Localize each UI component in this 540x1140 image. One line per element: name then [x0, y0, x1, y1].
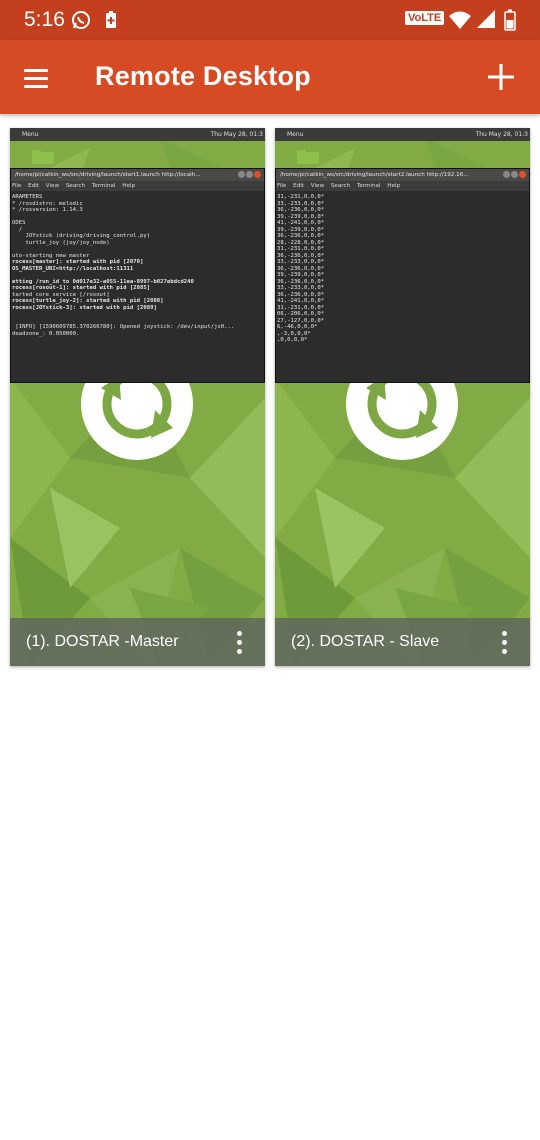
desktop-clock: Thu May 28, 01:3 [475, 131, 528, 138]
whatsapp-icon [72, 11, 90, 29]
terminal-menu: File Edit View Search Terminal Help [11, 181, 264, 191]
desktop-caption: (2). DOSTAR - Slave [275, 618, 530, 666]
terminal-menu-item: View [310, 183, 325, 189]
more-vert-icon[interactable] [492, 630, 516, 654]
terminal-window: /home/pi/catkin_ws/src/driving/launch/st… [10, 168, 265, 383]
desktop-menu-label: Menu [287, 131, 304, 138]
app-bar: Remote Desktop [0, 40, 540, 114]
battery-saver-icon [106, 11, 116, 28]
terminal-menu-item: Terminal [356, 183, 381, 189]
folder-icon [297, 150, 319, 164]
desktop-card-slave[interactable]: Menu Thu May 28, 01:3 /home/pi/catkin_ws… [275, 128, 530, 666]
more-vert-icon[interactable] [227, 630, 251, 654]
desktop-clock: Thu May 28, 01:3 [210, 131, 263, 138]
terminal-menu-item: Search [330, 183, 351, 189]
desktop-menu-label: Menu [22, 131, 39, 138]
terminal-line: ,0,0,0,0* [277, 337, 308, 343]
terminal-window: /home/pi/catkin_ws/src/driving/launch/st… [275, 168, 530, 383]
terminal-menu-item: Terminal [91, 183, 116, 189]
signal-icon [477, 10, 495, 28]
window-controls [237, 171, 261, 180]
desktop-thumbnail: Menu Thu May 28, 01:3 /home/pi/catkin_ws… [275, 128, 530, 666]
wifi-icon [449, 11, 471, 29]
status-time: 5:16 [24, 8, 65, 31]
plus-icon[interactable] [484, 60, 518, 94]
terminal-menu-item: File [12, 183, 22, 189]
terminal-menu-item: Help [387, 183, 401, 189]
terminal-menu-item: View [45, 183, 60, 189]
window-controls [502, 171, 526, 180]
battery-icon [504, 9, 516, 31]
desktop-label: (1). DOSTAR -Master [26, 633, 179, 650]
desktop-thumbnail: Menu Thu May 28, 01:3 /home/pi/catkin_ws… [10, 128, 265, 666]
status-bar: 5:16 VoLTE [0, 0, 540, 40]
desktop-label: (2). DOSTAR - Slave [291, 633, 440, 650]
hamburger-menu-icon[interactable] [18, 60, 54, 96]
desktop-card-master[interactable]: Menu Thu May 28, 01:3 /home/pi/catkin_ws… [10, 128, 265, 666]
terminal-line: deadzone_: 0.050000. [12, 330, 80, 337]
desktop-panel: Menu Thu May 28, 01:3 [10, 128, 265, 141]
terminal-output: ARAMETERS * /rosdistro: melodic * /rosvers… [11, 191, 264, 337]
terminal-menu-item: Search [65, 183, 86, 189]
desktop-caption: (1). DOSTAR -Master [10, 618, 265, 666]
terminal-menu-item: Help [122, 183, 136, 189]
folder-icon [32, 150, 54, 164]
volte-badge: VoLTE [405, 11, 445, 25]
terminal-title: /home/pi/catkin_ws/src/driving/launch/st… [11, 169, 264, 181]
terminal-menu: File Edit View Search Terminal Help [276, 181, 529, 191]
desktop-panel: Menu Thu May 28, 01:3 [275, 128, 530, 141]
terminal-output: 31,-231,0,0,0* 33,-233,0,0,0* 36,-236,0,0,… [276, 191, 529, 344]
terminal-title: /home/pi/catkin_ws/src/driving/launch/st… [276, 169, 529, 181]
terminal-menu-item: File [277, 183, 287, 189]
terminal-menu-item: Edit [293, 183, 304, 189]
terminal-line: [INFO] [1590609785.370266780]: Opened jo… [12, 324, 235, 330]
terminal-title-text: /home/pi/catkin_ws/src/driving/launch/st… [280, 172, 469, 178]
terminal-menu-item: Edit [28, 183, 39, 189]
terminal-title-text: /home/pi/catkin_ws/src/driving/launch/st… [15, 172, 201, 178]
page-title: Remote Desktop [95, 61, 311, 91]
